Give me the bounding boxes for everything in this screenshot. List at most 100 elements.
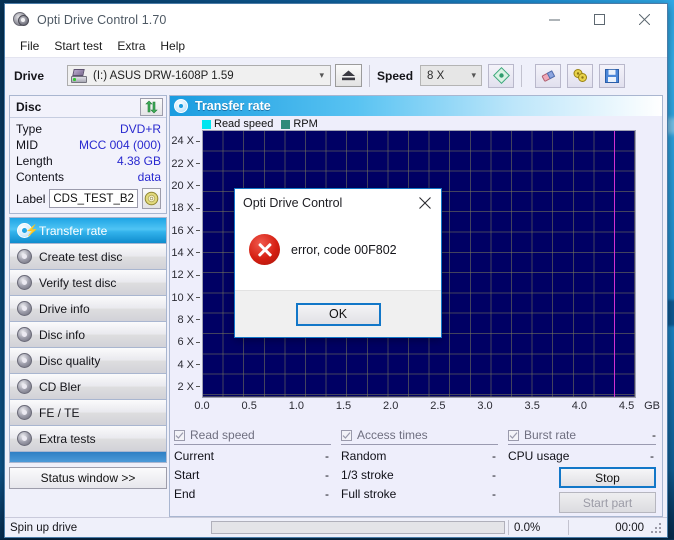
chart-y-tick: 6 X — [177, 336, 200, 348]
bitsetting-icon — [572, 67, 589, 84]
disc-bler-icon — [16, 378, 34, 396]
disc-row-key: Length — [16, 153, 53, 169]
minimize-button[interactable] — [532, 4, 577, 35]
menu-item-help[interactable]: Help — [153, 38, 192, 54]
chart-y-axis: 2 X4 X6 X8 X10 X12 X14 X16 X18 X20 X22 X… — [170, 130, 202, 398]
disc-row-key: Type — [16, 121, 42, 137]
stat-row-end: End - — [174, 485, 331, 504]
sidebar-item-label: Drive info — [39, 302, 90, 316]
error-dialog: Opti Drive Control error, code 00F802 OK — [234, 188, 442, 338]
elapsed-time: 00:00 — [568, 520, 650, 535]
chart-x-tick: 3.0 — [477, 400, 492, 412]
legend-label-rpm: RPM — [293, 118, 317, 130]
disc-write-icon — [16, 248, 34, 266]
disc-extra-icon — [16, 430, 34, 448]
status-window-button[interactable]: Status window >> — [9, 467, 167, 489]
menu-item-extra[interactable]: Extra — [110, 38, 152, 54]
disc-panel-title: Disc — [16, 100, 41, 114]
sidebar-item-label: Extra tests — [39, 432, 96, 446]
stat-row-random: Random - — [341, 447, 498, 466]
menu-item-file[interactable]: File — [13, 38, 46, 54]
resize-grip[interactable] — [650, 521, 664, 534]
nav-list-footer — [9, 452, 167, 463]
stat-key: CPU usage — [508, 447, 650, 466]
sidebar-item-drive-info[interactable]: Drive info — [10, 296, 166, 322]
dialog-close-button[interactable] — [409, 189, 441, 217]
stat-value: - — [650, 447, 656, 466]
error-circle-icon — [249, 234, 280, 265]
chart-y-tick: 16 X — [171, 225, 200, 237]
disc-label-button[interactable] — [142, 188, 161, 209]
save-button[interactable] — [599, 64, 625, 88]
settings-button[interactable] — [488, 64, 514, 88]
sidebar-item-label: Create test disc — [39, 250, 122, 264]
disc-row-contents: Contents data — [16, 169, 161, 185]
save-icon — [604, 68, 620, 84]
read-speed-checkbox-row[interactable]: Read speed — [174, 428, 331, 445]
disc-speed-icon — [174, 99, 189, 114]
sidebar-item-disc-quality[interactable]: Disc quality — [10, 348, 166, 374]
refresh-disc-button[interactable] — [140, 98, 163, 116]
chart-legend: Read speed RPM — [202, 118, 318, 130]
read-speed-checkbox[interactable] — [174, 430, 185, 441]
action-buttons: Stop Start part — [508, 467, 656, 513]
erase-button[interactable] — [535, 64, 561, 88]
access-times-label: Access times — [357, 428, 428, 442]
chart-y-tick: 24 X — [171, 135, 200, 147]
legend-swatch-read-speed — [202, 120, 211, 129]
read-speed-label: Read speed — [190, 428, 255, 442]
speed-select[interactable]: 8 X ▾ — [420, 65, 482, 86]
chart-x-tick: 2.0 — [383, 400, 398, 412]
disc-panel-header: Disc — [10, 96, 166, 118]
sidebar-item-cd-bler[interactable]: CD Bler — [10, 374, 166, 400]
disc-label-input[interactable]: CDS_TEST_B2 — [49, 189, 138, 208]
dialog-ok-button[interactable]: OK — [296, 303, 381, 326]
stop-button[interactable]: Stop — [559, 467, 656, 488]
access-times-checkbox-row[interactable]: Access times — [341, 428, 498, 445]
stat-value: - — [325, 485, 331, 504]
sidebar-item-label: Verify test disc — [39, 276, 116, 290]
settings-icon — [493, 67, 510, 84]
cd-disc-icon — [144, 191, 159, 206]
close-button[interactable] — [622, 4, 667, 35]
chart-y-tick: 2 X — [177, 381, 200, 393]
eject-icon — [341, 69, 356, 82]
sidebar-item-fe-te[interactable]: FE / TE — [10, 400, 166, 426]
sidebar-item-verify-test-disc[interactable]: Verify test disc — [10, 270, 166, 296]
maximize-button[interactable] — [577, 4, 622, 35]
sidebar-item-extra-tests[interactable]: Extra tests — [10, 426, 166, 452]
dialog-body: error, code 00F802 — [235, 217, 441, 290]
optical-drive-icon — [71, 69, 88, 83]
status-message: Spin up drive — [10, 522, 77, 534]
burst-rate-checkbox-row[interactable]: Burst rate - — [508, 428, 656, 445]
eject-button[interactable] — [335, 64, 362, 87]
stats-panel: Read speed Current - Start - E — [170, 424, 662, 516]
left-sidebar: Disc Type DVD+R MID MCC — [5, 93, 167, 517]
burst-rate-checkbox[interactable] — [508, 430, 519, 441]
stat-value: - — [325, 447, 331, 466]
chart-x-tick: 0.0 — [194, 400, 209, 412]
sidebar-item-create-test-disc[interactable]: Create test disc — [10, 244, 166, 270]
burst-rate-label: Burst rate — [524, 428, 576, 442]
sidebar-item-label: Disc quality — [39, 354, 100, 368]
burst-rate-value: - — [652, 428, 656, 442]
drive-select[interactable]: (I:) ASUS DRW-1608P 1.59 ▾ — [67, 65, 331, 86]
disc-row-value: 4.38 GB — [117, 153, 161, 169]
sidebar-item-disc-info[interactable]: Disc info — [10, 322, 166, 348]
disc-row-value: MCC 004 (000) — [79, 137, 161, 153]
dialog-title-bar: Opti Drive Control — [235, 189, 441, 217]
dialog-footer: OK — [235, 290, 441, 337]
chart-y-tick: 14 X — [171, 247, 200, 259]
bitsetting-button[interactable] — [567, 64, 593, 88]
transfer-rate-header: Transfer rate — [170, 96, 662, 116]
menu-item-start-test[interactable]: Start test — [47, 38, 109, 54]
chevron-down-icon: ▾ — [472, 70, 477, 81]
legend-swatch-rpm — [281, 120, 290, 129]
progress-percent: 0.0% — [508, 520, 568, 535]
stat-key: Full stroke — [341, 485, 492, 504]
sidebar-item-transfer-rate[interactable]: ⚡ Transfer rate — [10, 218, 166, 244]
disc-row-mid: MID MCC 004 (000) — [16, 137, 161, 153]
refresh-arrows-icon — [144, 100, 159, 114]
access-times-checkbox[interactable] — [341, 430, 352, 441]
speed-label: Speed — [377, 69, 413, 83]
